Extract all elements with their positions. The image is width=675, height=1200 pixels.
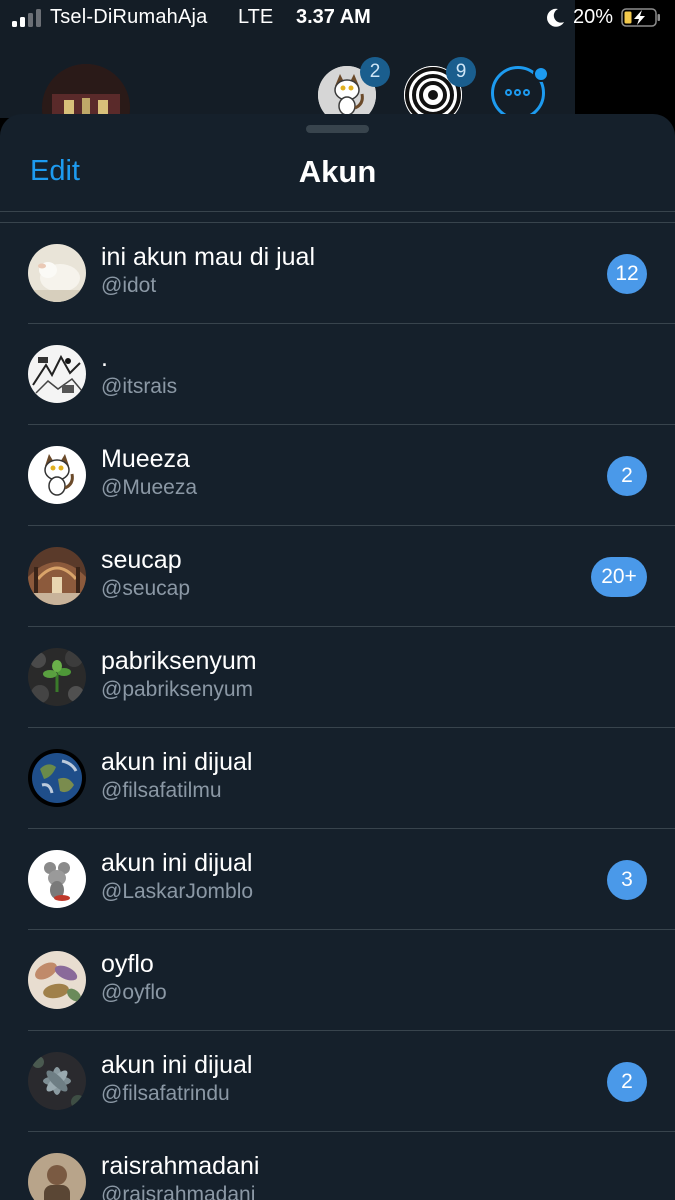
unread-count-badge: 2	[607, 456, 647, 496]
account-row[interactable]: seucap @seucap 20+	[0, 526, 675, 627]
mosque-interior-avatar	[28, 547, 86, 605]
account-row[interactable]: akun ini dijual @filsafatrindu 2	[0, 1031, 675, 1132]
account-handle: @raisrahmadani	[101, 1183, 256, 1200]
unread-count-badge: 2	[607, 1062, 647, 1102]
account-row[interactable]: pabriksenyum @pabriksenyum	[0, 627, 675, 728]
account-handle: @LaskarJomblo	[101, 880, 254, 903]
cat-account-badge: 2	[360, 57, 390, 87]
notification-dot	[533, 66, 549, 82]
account-handle: @idot	[101, 274, 157, 297]
carrier-name: Tsel-DiRumahAja	[50, 6, 208, 28]
sheet-header: Edit Akun	[0, 114, 675, 212]
battery-charging-icon	[621, 8, 660, 27]
lamb-photo-avatar	[28, 244, 86, 302]
unread-count-badge: 3	[607, 860, 647, 900]
succulent-avatar	[28, 1052, 86, 1110]
account-name: ini akun mau di jual	[101, 243, 316, 271]
account-handle: @oyflo	[101, 981, 167, 1004]
account-handle: @pabriksenyum	[101, 678, 254, 701]
accounts-sheet: Edit Akun ini akun mau di jual @idot 12	[0, 114, 675, 1200]
account-row[interactable]: akun ini dijual @filsafatilmu	[0, 728, 675, 829]
account-name: seucap	[101, 546, 182, 574]
account-row[interactable]: . @itsrais	[0, 324, 675, 425]
spiral-account-badge: 9	[446, 57, 476, 87]
account-handle: @seucap	[101, 577, 191, 600]
unread-count-badge: 12	[607, 254, 647, 294]
earth-avatar	[28, 749, 86, 807]
signal-strength-icon	[12, 9, 46, 27]
account-handle: @itsrais	[101, 375, 178, 398]
account-row[interactable]: raisrahmadani @raisrahmadani	[0, 1132, 675, 1200]
plant-stones-avatar	[28, 648, 86, 706]
account-handle: @filsafatilmu	[101, 779, 222, 802]
account-name: oyflo	[101, 950, 154, 978]
account-list: ini akun mau di jual @idot 12 . @itsrais…	[0, 222, 675, 1200]
account-name: .	[101, 344, 108, 372]
leaves-avatar	[28, 951, 86, 1009]
do-not-disturb-moon-icon	[547, 8, 564, 27]
account-handle: @filsafatrindu	[101, 1082, 230, 1105]
account-name: pabriksenyum	[101, 647, 257, 675]
account-name: akun ini dijual	[101, 1051, 253, 1079]
person-photo-avatar	[28, 1153, 86, 1200]
account-row[interactable]: akun ini dijual @LaskarJomblo 3	[0, 829, 675, 930]
mouse-toy-avatar	[28, 850, 86, 908]
account-row[interactable]: Mueeza @Mueeza 2	[0, 425, 675, 526]
network-type: LTE	[238, 6, 274, 28]
account-name: akun ini dijual	[101, 748, 253, 776]
account-row[interactable]: ini akun mau di jual @idot 12	[0, 223, 675, 324]
clock: 3.37 AM	[296, 6, 371, 28]
sheet-title: Akun	[298, 154, 377, 189]
account-name: raisrahmadani	[101, 1152, 260, 1180]
account-handle: @Mueeza	[101, 476, 198, 499]
more-options-icon	[505, 89, 532, 96]
battery-percentage: 20%	[573, 6, 614, 28]
unread-count-badge: 20+	[591, 557, 647, 597]
account-row[interactable]: oyflo @oyflo	[0, 930, 675, 1031]
sketch-avatar	[28, 345, 86, 403]
account-name: akun ini dijual	[101, 849, 253, 877]
status-bar: Tsel-DiRumahAja LTE 3.37 AM 20%	[0, 0, 675, 38]
screen: 2 9 Tsel-DiRumahAja LTE 3.37 AM 20% Edit…	[0, 0, 675, 1200]
cat-avatar	[28, 446, 86, 504]
account-name: Mueeza	[101, 445, 190, 473]
